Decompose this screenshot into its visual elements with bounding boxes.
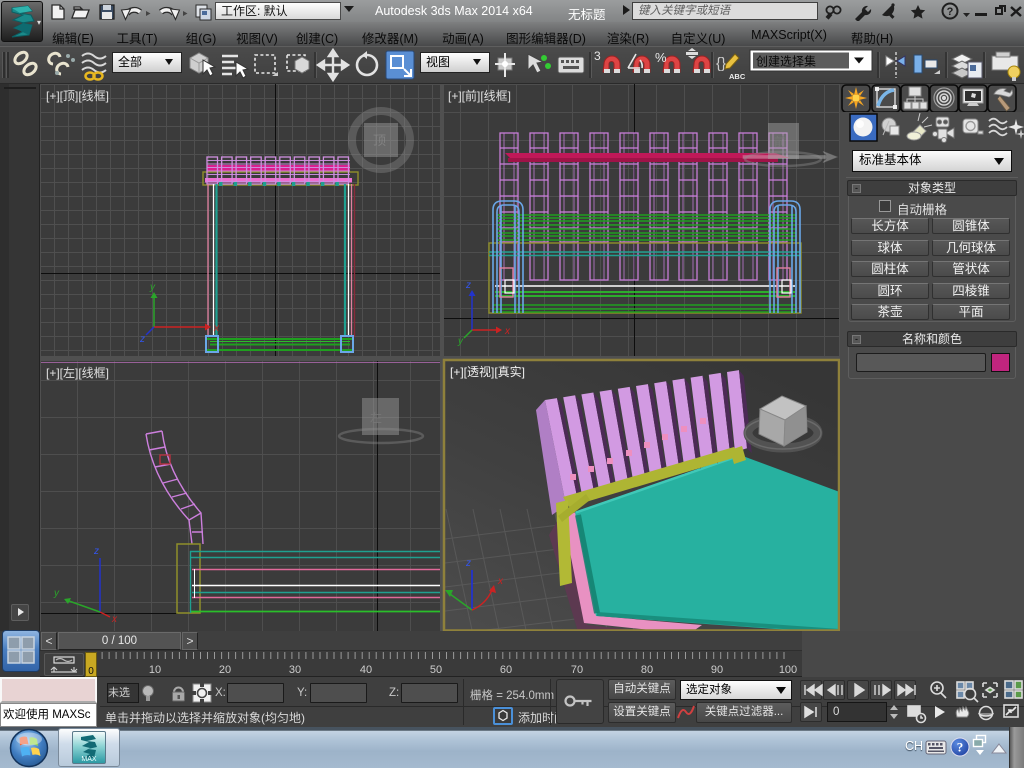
svg-text:x: x [504, 326, 511, 337]
svg-text:3: 3 [594, 49, 601, 63]
svg-text:MAX: MAX [81, 756, 97, 763]
svg-text:z: z [465, 558, 471, 569]
svg-text:[+][左][线框]: [+][左][线框] [46, 365, 109, 380]
svg-text:?: ? [957, 740, 964, 755]
svg-text:ABC: ABC [729, 72, 746, 81]
svg-text:创建选择集: 创建选择集 [756, 54, 816, 69]
svg-text:y: y [53, 588, 60, 599]
svg-text:z: z [93, 546, 99, 557]
svg-text:左: 左 [370, 410, 382, 425]
svg-text:[+][顶][线框]: [+][顶][线框] [46, 89, 109, 103]
svg-text:10: 10 [149, 664, 161, 676]
svg-text:z: z [465, 280, 471, 291]
svg-text:70: 70 [571, 664, 583, 676]
svg-text:100: 100 [779, 664, 797, 676]
svg-text:前: 前 [774, 134, 786, 149]
svg-text:%: % [655, 50, 667, 65]
svg-text:[+][透视][真实]: [+][透视][真实] [450, 364, 525, 379]
svg-text:40: 40 [360, 664, 372, 676]
svg-text:30: 30 [289, 664, 301, 676]
svg-text:80: 80 [641, 664, 653, 676]
svg-text:90: 90 [711, 664, 723, 676]
svg-text:顶: 顶 [373, 133, 386, 148]
svg-text:20: 20 [219, 664, 231, 676]
svg-text:[+][前][线框]: [+][前][线框] [448, 88, 511, 103]
svg-text:y: y [457, 336, 464, 347]
svg-text:y: y [149, 282, 156, 293]
svg-text:?: ? [947, 6, 954, 18]
svg-text:x: x [111, 614, 118, 625]
svg-text:60: 60 [500, 664, 512, 676]
svg-text:50: 50 [430, 664, 442, 676]
svg-text:x: x [497, 576, 504, 587]
svg-text:x: x [213, 323, 220, 334]
svg-text:z: z [139, 334, 145, 345]
